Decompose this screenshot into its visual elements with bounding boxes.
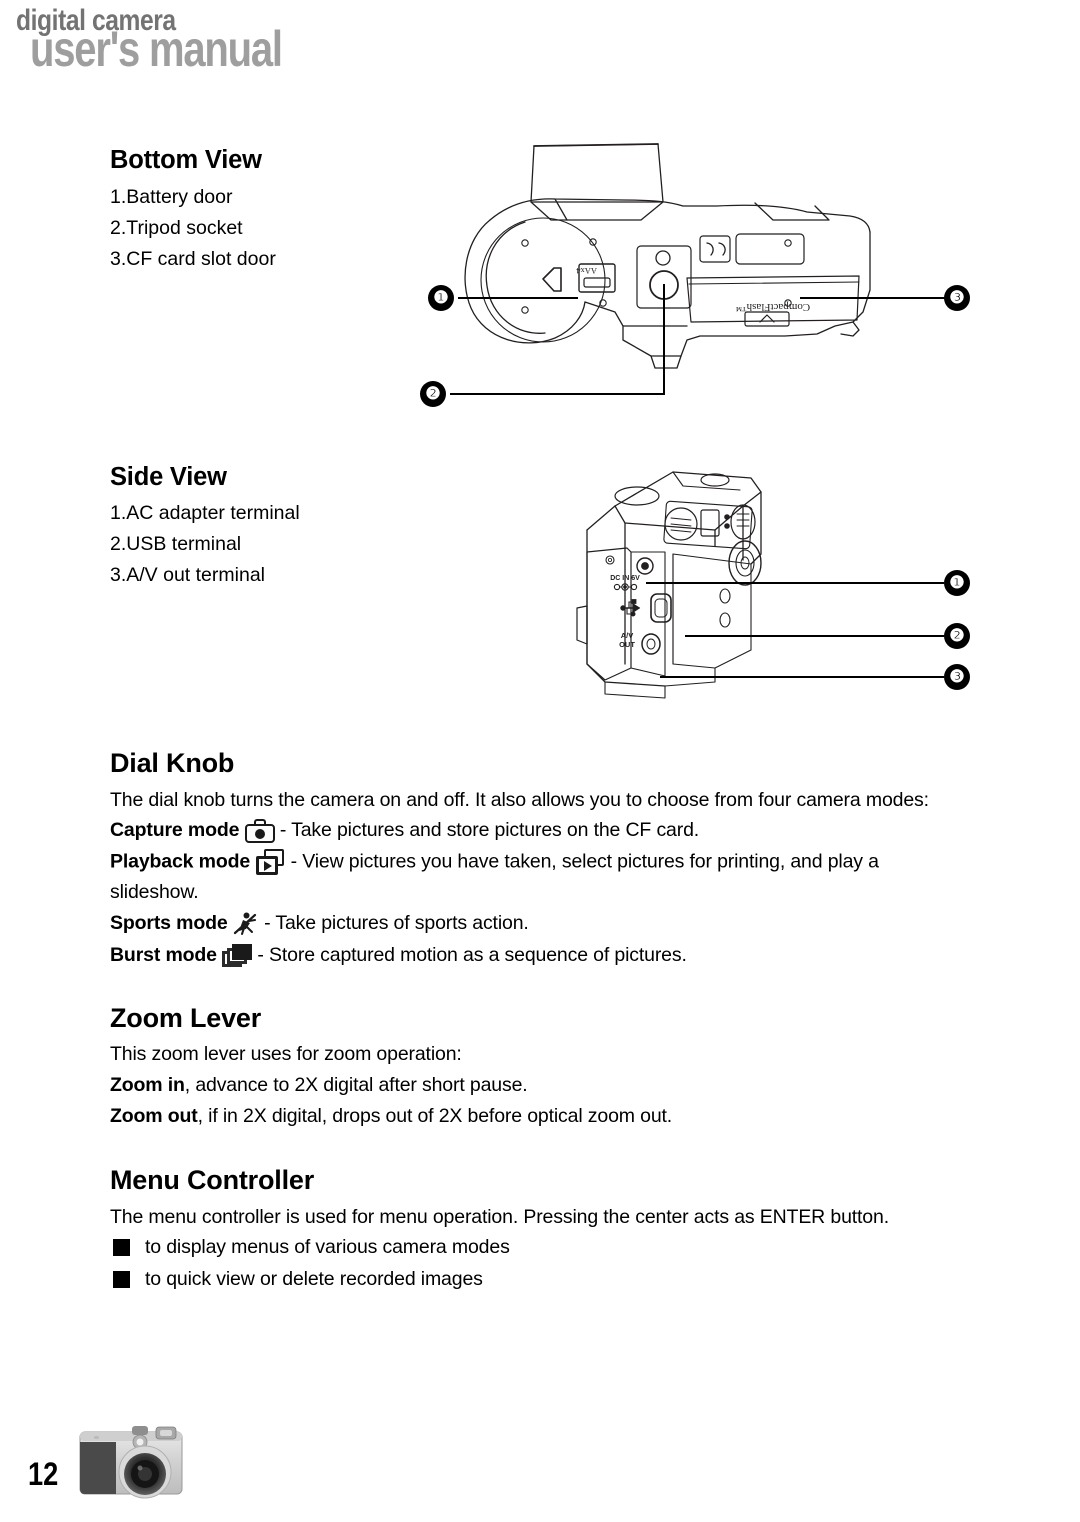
- playback-mode-desc-cont: slideshow.: [110, 881, 199, 903]
- section-heading-dial-knob: Dial Knob: [110, 748, 235, 778]
- zoom-out-label: Zoom out: [110, 1105, 198, 1127]
- bottom-view-leader-3: [800, 297, 946, 299]
- bottom-view-leader-2v: [663, 284, 665, 394]
- camera-bottom-diagram: AAx4 CompactFlash™: [455, 140, 925, 390]
- side-view-callout-2: ❷: [944, 623, 970, 649]
- playback-mode-desc: - View pictures you have taken, select p…: [290, 850, 879, 873]
- menu-bullet-square-1: [113, 1239, 130, 1256]
- side-view-item-3: 3.A/V out terminal: [110, 564, 265, 586]
- bottom-view-item-3: 3.CF card slot door: [110, 248, 276, 270]
- section-heading-bottom-view: Bottom View: [110, 146, 262, 174]
- burst-mode-row: Burst mode - Store captured motion as a …: [110, 943, 687, 969]
- page-header-banner: digital camera user's manual: [0, 0, 1080, 100]
- sports-mode-row: Sports mode - Take pictures of sports ac…: [110, 911, 529, 937]
- sports-mode-icon: [233, 911, 259, 937]
- zoom-out-rest: , if in 2X digital, drops out of 2X befo…: [197, 1105, 673, 1127]
- playback-mode-icon: [255, 849, 285, 876]
- camera-side-diagram: DC IN 6V A/V OUT: [565, 468, 905, 738]
- bottom-view-leader-2: [450, 393, 665, 395]
- zoom-in-line: Zoom in, advance to 2X digital after sho…: [110, 1074, 528, 1097]
- zoom-out-line: Zoom out, if in 2X digital, drops out of…: [110, 1105, 672, 1128]
- side-view-item-2: 2.USB terminal: [110, 533, 242, 555]
- burst-mode-icon: [222, 943, 253, 969]
- side-view-item-1: 1.AC adapter terminal: [110, 502, 300, 524]
- menu-controller-bullet-1: to display menus of various camera modes: [145, 1236, 510, 1258]
- playback-mode-row: Playback mode - View pictures you have t…: [110, 849, 879, 876]
- playback-mode-label: Playback mode: [110, 850, 251, 873]
- zoom-in-rest: , advance to 2X digital after short paus…: [184, 1074, 528, 1096]
- menu-controller-intro: The menu controller is used for menu ope…: [110, 1206, 889, 1228]
- bottom-view-callout-1: ❶: [428, 285, 454, 311]
- camera-photo-thumbnail: [72, 1416, 190, 1508]
- svg-text:OUT: OUT: [619, 640, 635, 649]
- side-view-callout-1: ❶: [944, 570, 970, 596]
- side-view-callout-3: ❸: [944, 664, 970, 690]
- side-view-leader-1: [646, 582, 944, 584]
- header-title-line2: user's manual: [30, 21, 283, 77]
- menu-bullet-square-2: [113, 1271, 130, 1288]
- sports-mode-label: Sports mode: [110, 912, 228, 935]
- side-view-leader-3: [660, 676, 944, 678]
- burst-mode-label: Burst mode: [110, 944, 217, 967]
- zoom-lever-intro: This zoom lever uses for zoom operation:: [110, 1043, 462, 1065]
- section-heading-zoom-lever: Zoom Lever: [110, 1003, 262, 1033]
- svg-text:A/V: A/V: [621, 631, 634, 640]
- page-number: 12: [28, 1456, 59, 1492]
- svg-text:DC IN 6V: DC IN 6V: [610, 575, 640, 582]
- bottom-view-item-2: 2.Tripod socket: [110, 217, 243, 239]
- capture-mode-desc: - Take pictures and store pictures on th…: [279, 819, 700, 842]
- capture-mode-row: Capture mode - Take pictures and store p…: [110, 819, 699, 843]
- capture-mode-icon: [244, 819, 275, 843]
- svg-text:CompactFlash™: CompactFlash™: [736, 301, 811, 313]
- bottom-view-leader-1: [458, 297, 578, 299]
- bottom-view-callout-3: ❸: [944, 285, 970, 311]
- camera-bottom-svg: AAx4 CompactFlash™: [464, 143, 871, 369]
- bottom-view-callout-2: ❷: [420, 381, 446, 407]
- zoom-in-label: Zoom in: [110, 1074, 185, 1096]
- capture-mode-label: Capture mode: [110, 819, 240, 842]
- burst-mode-desc: - Store captured motion as a sequence of…: [257, 944, 687, 967]
- bottom-view-item-1: 1.Battery door: [110, 186, 233, 208]
- side-view-leader-2: [685, 635, 944, 637]
- section-heading-side-view: Side View: [110, 463, 227, 491]
- section-heading-menu-controller: Menu Controller: [110, 1165, 314, 1195]
- svg-text:AAx4: AAx4: [575, 266, 597, 276]
- sports-mode-desc: - Take pictures of sports action.: [264, 912, 529, 935]
- camera-side-svg: DC IN 6V A/V OUT: [576, 471, 762, 699]
- dial-knob-intro: The dial knob turns the camera on and of…: [110, 789, 929, 811]
- menu-controller-bullet-2: to quick view or delete recorded images: [145, 1268, 483, 1290]
